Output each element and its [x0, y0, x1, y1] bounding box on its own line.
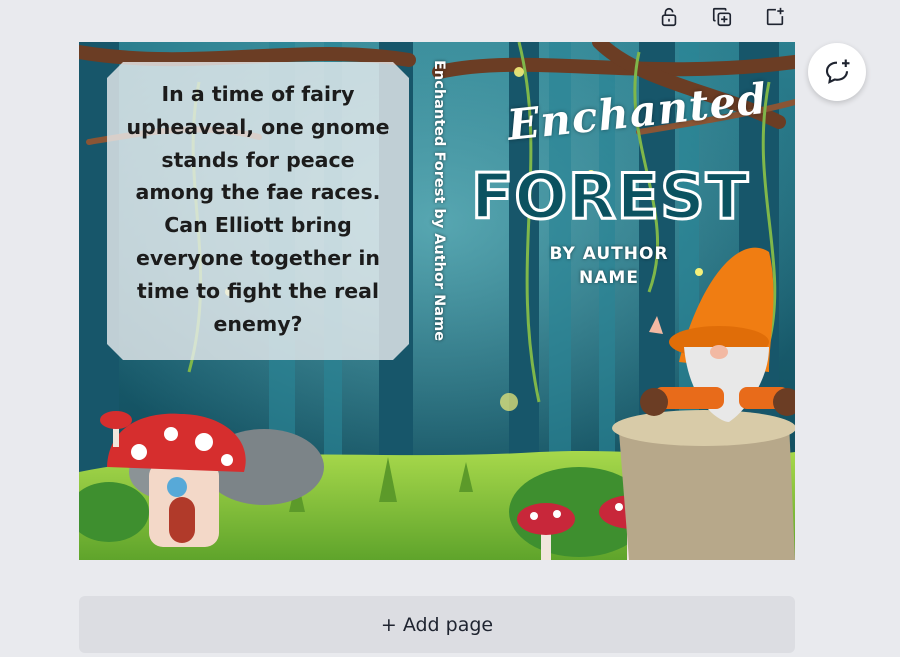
duplicate-page-icon[interactable] [709, 4, 735, 30]
add-page-button[interactable]: + Add page [79, 596, 795, 653]
add-page-icon[interactable] [762, 4, 788, 30]
author-line[interactable]: BY AUTHOR NAME [519, 242, 699, 290]
lock-icon[interactable] [656, 4, 682, 30]
spine-text[interactable]: Enchanted Forest by Author Name [427, 60, 447, 430]
title-main[interactable]: FOREST [470, 159, 750, 235]
add-comment-button[interactable] [808, 43, 866, 101]
design-canvas[interactable]: In a time of fairy upheaveal, one gnome … [79, 42, 795, 560]
add-comment-icon [825, 59, 850, 84]
back-cover-blurb[interactable]: In a time of fairy upheaveal, one gnome … [119, 78, 397, 340]
